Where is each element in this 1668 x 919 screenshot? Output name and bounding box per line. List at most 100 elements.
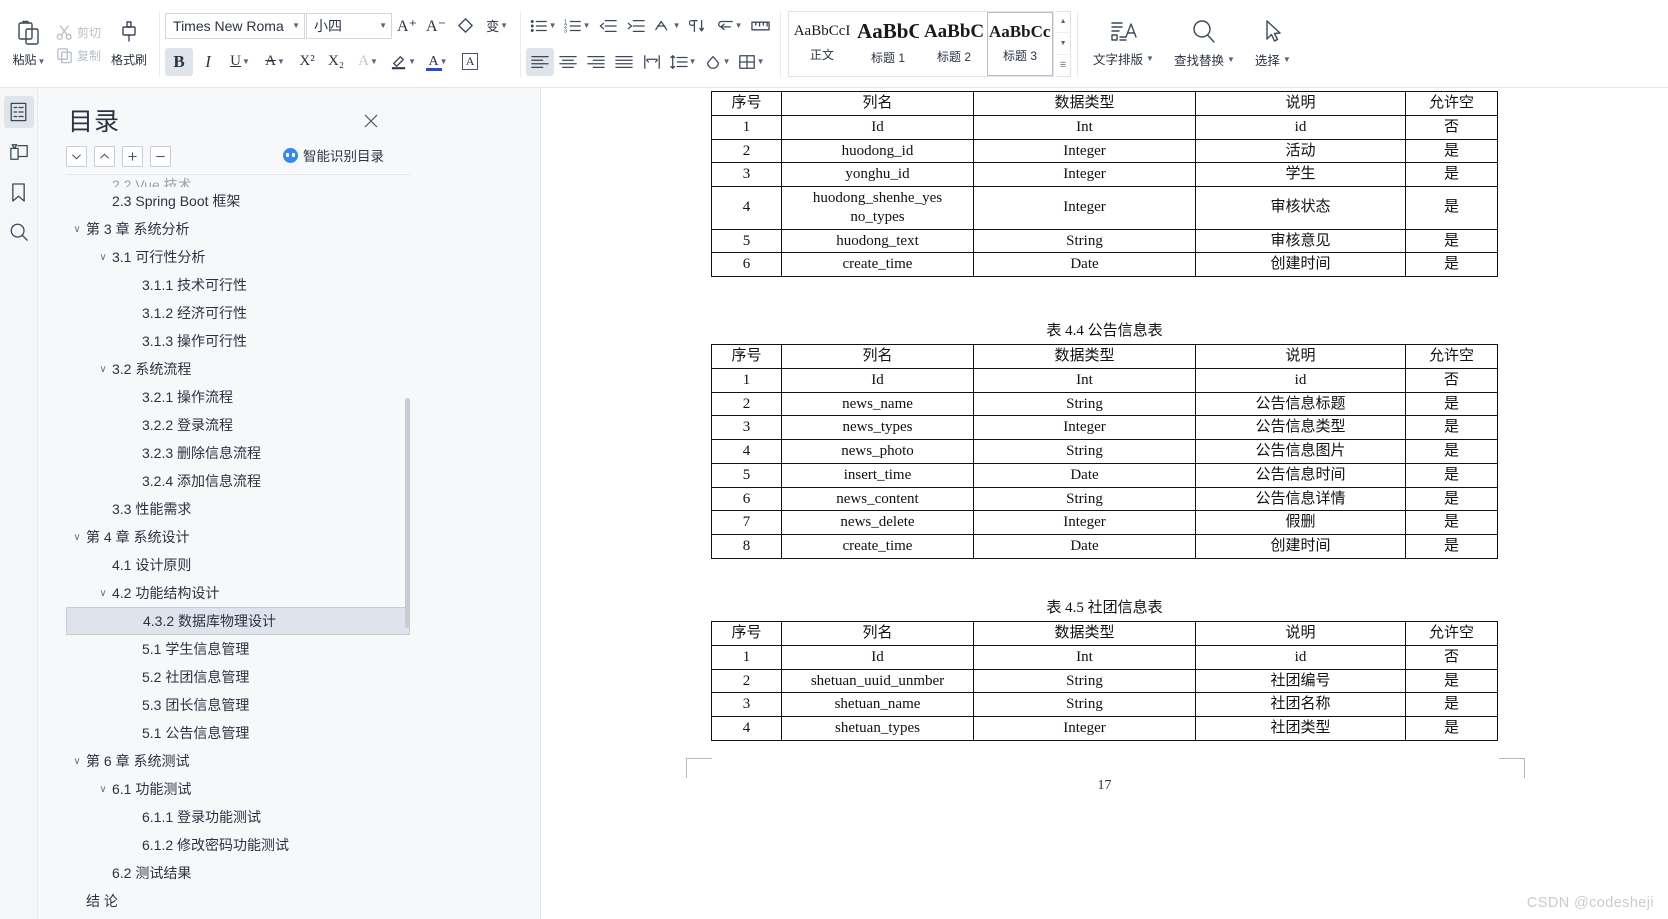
styles-more[interactable]: ☰ xyxy=(1056,53,1071,76)
data-dictionary-table[interactable]: 序号 列名 数据类型 说明 允许空 1 Id Int id 否 2 huodong_id Integer… xyxy=(711,91,1498,277)
toc-collapse-all-button[interactable] xyxy=(150,146,171,167)
toc-item[interactable]: ∨ 6.1 功能测试 xyxy=(66,775,410,803)
find-replace-button[interactable]: 查找替换 ▼ xyxy=(1164,16,1245,71)
chevron-down-icon[interactable]: ∨ xyxy=(96,364,110,375)
toc-expand-next-button[interactable] xyxy=(66,146,87,167)
style-item-0[interactable]: AaBbCcI 正文 xyxy=(789,12,855,76)
shrink-font-button[interactable]: A⁻ xyxy=(422,12,450,40)
borders-button[interactable]: ▼ xyxy=(734,48,768,76)
line-spacing-button[interactable]: ▼ xyxy=(666,48,700,76)
font-color-button[interactable]: A ▼ xyxy=(421,48,455,76)
bullet-list-button[interactable]: ▼ xyxy=(526,12,560,40)
justify-button[interactable] xyxy=(610,48,638,76)
rail-search-button[interactable] xyxy=(4,216,34,248)
data-dictionary-table[interactable]: 序号 列名 数据类型 说明 允许空 1 Id Int id 否 2 shetuan_uuid_unmb… xyxy=(711,621,1498,741)
styles-scroll-down[interactable]: ▼ xyxy=(1056,32,1071,54)
toc-expand-all-button[interactable] xyxy=(122,146,143,167)
toc-item[interactable]: 5.1 公告信息管理 xyxy=(66,719,410,747)
toc-item[interactable]: 3.1.2 经济可行性 xyxy=(66,299,410,327)
align-left-button[interactable] xyxy=(526,47,555,76)
toc-item[interactable]: 3.1.1 技术可行性 xyxy=(66,271,410,299)
align-center-button[interactable] xyxy=(554,48,582,76)
superscript-button[interactable]: X² xyxy=(293,48,321,76)
format-painter-button[interactable]: 格式刷 xyxy=(105,18,153,70)
chevron-down-icon[interactable]: ∨ xyxy=(96,784,110,795)
toc-item[interactable]: 3.2.4 添加信息流程 xyxy=(66,467,410,495)
toc-close-button[interactable] xyxy=(360,110,382,132)
toc-item[interactable]: 5.2 社团信息管理 xyxy=(66,663,410,691)
line-break-button[interactable]: ▼ xyxy=(712,12,746,40)
clear-format-button[interactable] xyxy=(451,12,479,40)
toc-item[interactable]: 5.3 团长信息管理 xyxy=(66,691,410,719)
font-name-input[interactable]: Times New Roma ▼ xyxy=(165,12,306,39)
font-size-input[interactable]: 小四 ▼ xyxy=(306,12,393,39)
toc-item[interactable]: ∨ 第 3 章 系统分析 xyxy=(66,215,410,243)
toc-item[interactable]: 3.3 性能需求 xyxy=(66,495,410,523)
style-item-2[interactable]: AaBbC 标题 2 xyxy=(921,12,987,76)
toc-item[interactable]: ∨ 第 6 章 系统测试 xyxy=(66,747,410,775)
smart-toc-button[interactable]: 智能识别目录 xyxy=(283,145,384,165)
distribute-button[interactable] xyxy=(638,48,666,76)
toc-item[interactable]: 4.1 设计原则 xyxy=(66,551,410,579)
chevron-down-icon[interactable]: ∨ xyxy=(70,756,84,767)
toc-expand-prev-button[interactable] xyxy=(94,146,115,167)
ruler-button[interactable] xyxy=(746,12,774,40)
chevron-down-icon[interactable]: ∨ xyxy=(70,532,84,543)
toc-item[interactable]: 6.1.2 修改密码功能测试 xyxy=(66,831,410,859)
decrease-indent-button[interactable] xyxy=(594,12,622,40)
styles-scroll-up[interactable]: ▲ xyxy=(1056,12,1070,33)
rail-folder-button[interactable] xyxy=(4,136,34,168)
toc-item[interactable]: 3.1.3 操作可行性 xyxy=(66,327,410,355)
select-button[interactable]: 选择 ▼ xyxy=(1245,16,1301,71)
styles-gallery[interactable]: AaBbCcI 正文 AaBbC 标题 1 AaBbC 标题 2 AaBbCcI 标题 3 xyxy=(788,10,1055,77)
bold-button[interactable]: B xyxy=(165,47,194,76)
numbered-list-icon: 1 2 3 xyxy=(564,19,581,34)
style-item-3[interactable]: AaBbCcI 标题 3 xyxy=(987,11,1054,76)
toc-item[interactable]: ∨ 4.2 功能结构设计 xyxy=(66,579,410,607)
text-layout-button[interactable]: 文字排版 ▼ xyxy=(1083,17,1164,70)
cut-button[interactable]: 剪切 xyxy=(52,22,105,43)
chevron-down-icon[interactable]: ∨ xyxy=(96,252,110,263)
toc-item[interactable]: 结 论 xyxy=(66,887,410,915)
grow-font-button[interactable]: A⁺ xyxy=(393,12,421,40)
paste-button[interactable]: 粘贴▼ xyxy=(6,18,52,70)
toc-item[interactable]: 5.1 学生信息管理 xyxy=(66,635,410,663)
rail-outline-button[interactable] xyxy=(3,96,34,128)
underline-button[interactable]: U ▼ xyxy=(223,48,257,76)
toc-item[interactable]: 3.2.2 登录流程 xyxy=(66,411,410,439)
pinyin-guide-button[interactable]: 变 ▼ xyxy=(480,12,514,40)
italic-button[interactable]: I xyxy=(194,48,222,76)
rail-bookmark-button[interactable] xyxy=(4,176,34,208)
toc-item[interactable]: ∨ 第 4 章 系统设计 xyxy=(66,523,410,551)
copy-button[interactable]: 复制 xyxy=(52,45,105,66)
chevron-down-icon[interactable]: ∨ xyxy=(96,588,110,599)
style-item-1[interactable]: AaBbC 标题 1 xyxy=(855,12,921,76)
sort-button[interactable]: ▼ xyxy=(650,12,684,40)
show-marks-button[interactable] xyxy=(684,12,712,40)
toc-item[interactable]: 6.1.1 登录功能测试 xyxy=(66,803,410,831)
document-canvas[interactable]: 序号 列名 数据类型 说明 允许空 1 Id Int id 否 2 huodong_id Integer… xyxy=(541,88,1668,919)
subscript-button[interactable]: X₂ xyxy=(322,48,350,76)
toc-item[interactable]: ∨ 3.2 系统流程 xyxy=(66,355,410,383)
toc-item[interactable]: 2.3 Spring Boot 框架 xyxy=(66,187,410,215)
toc-item[interactable]: 2.2 Vue 技术 xyxy=(66,175,410,187)
shading-button[interactable]: ▼ xyxy=(700,48,734,76)
toc-item[interactable]: ∨ 3.1 可行性分析 xyxy=(66,243,410,271)
align-right-button[interactable] xyxy=(582,48,610,76)
toc-item-selected[interactable]: 4.3.2 数据库物理设计 xyxy=(66,607,410,635)
numbered-list-button[interactable]: 1 2 3 ▼ xyxy=(560,12,594,40)
chevron-down-icon[interactable]: ∨ xyxy=(70,224,84,235)
toc-item-list[interactable]: 2.2 Vue 技术 2.3 Spring Boot 框架 ∨ 第 3 章 系统分析 ∨… xyxy=(66,174,410,919)
styles-scroll-spinner[interactable]: ▲ ▼ ☰ xyxy=(1056,10,1072,77)
highlight-button[interactable]: ▼ xyxy=(386,48,420,76)
increase-indent-button[interactable] xyxy=(622,12,650,40)
toc-item[interactable]: 3.2.3 删除信息流程 xyxy=(66,439,410,467)
strikethrough-button[interactable]: A ▼ xyxy=(258,48,292,76)
char-border-button[interactable]: A xyxy=(456,48,484,76)
toc-item[interactable]: 3.2.1 操作流程 xyxy=(66,383,410,411)
toc-item[interactable]: 6.2 测试结果 xyxy=(66,859,410,887)
toc-scrollbar-thumb[interactable] xyxy=(405,398,410,628)
toc-item[interactable]: 参考文献 xyxy=(66,915,410,919)
char-shading-button[interactable]: A ▼ xyxy=(351,48,385,76)
data-dictionary-table[interactable]: 序号 列名 数据类型 说明 允许空 1 Id Int id 否 2 news_name String 公告… xyxy=(711,344,1498,559)
